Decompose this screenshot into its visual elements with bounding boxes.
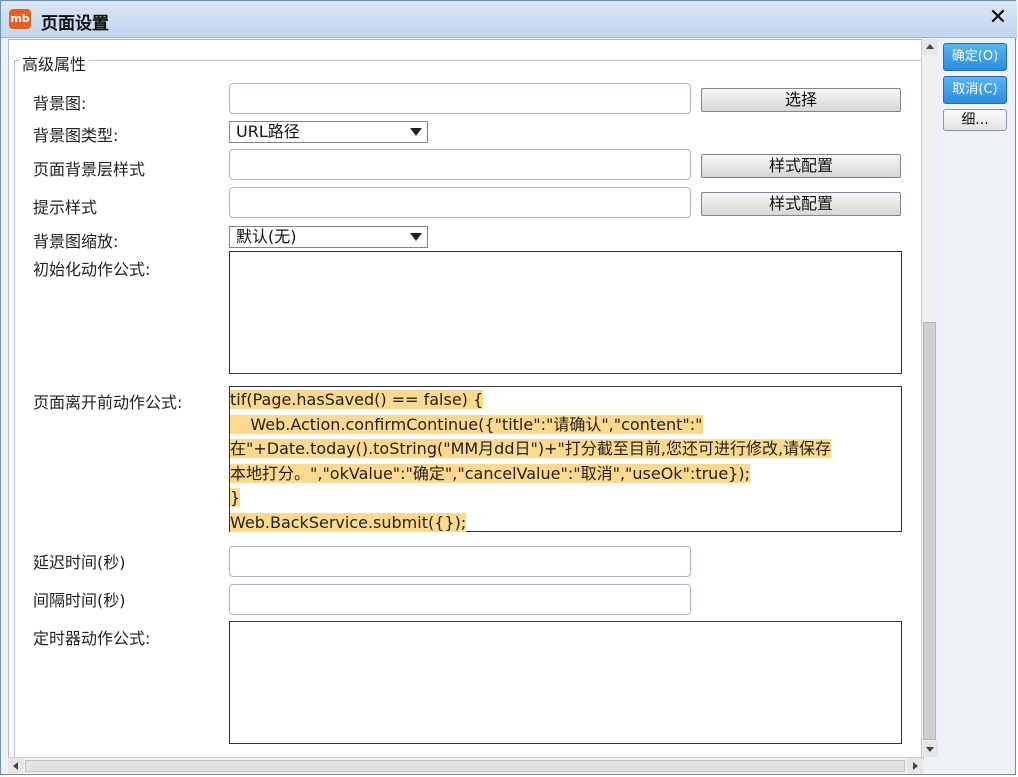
horizontal-scrollbar[interactable] (8, 757, 923, 774)
vertical-scroll-thumb[interactable] (923, 322, 936, 740)
bg-scale-select[interactable]: 默认(无) (229, 226, 428, 248)
scroll-right-button[interactable] (907, 758, 923, 774)
detail-button[interactable]: 细... (943, 109, 1007, 131)
chevron-down-icon (410, 128, 422, 136)
interval-label: 间隔时间(秒) (33, 591, 126, 610)
horizontal-scroll-thumb[interactable] (25, 760, 905, 772)
arrow-right-icon (913, 762, 918, 770)
close-icon[interactable]: ✕ (987, 7, 1009, 29)
leave-formula-label: 页面离开前动作公式: (33, 393, 183, 412)
code-line-text: Web.BackService.submit({}); (230, 512, 467, 532)
interval-input[interactable] (229, 584, 691, 615)
background-image-label: 背景图: (33, 94, 87, 113)
code-line: 在"+Date.today().toString("MM月dd日")+"打分截至… (230, 437, 901, 462)
timer-formula-textarea[interactable] (229, 621, 902, 744)
delay-label: 延迟时间(秒) (33, 553, 126, 572)
group-title: 高级属性 (19, 51, 90, 75)
background-type-select[interactable]: URL路径 (229, 121, 428, 143)
code-line-text: 在"+Date.today().toString("MM月dd日")+"打分截至… (230, 439, 832, 458)
scroll-up-button[interactable] (922, 39, 938, 55)
select-background-button[interactable]: 选择 (701, 88, 901, 112)
delay-input[interactable] (229, 546, 691, 577)
code-line: tif(Page.hasSaved() == false) { (230, 388, 901, 413)
background-type-label: 背景图类型: (33, 126, 119, 145)
hint-style-input[interactable] (229, 187, 691, 218)
code-line: 本地打分。","okValue":"确定","cancelValue":"取消"… (230, 462, 901, 487)
background-image-input[interactable] (229, 83, 691, 114)
app-logo-icon: mb (9, 9, 31, 29)
code-line: } (230, 486, 901, 511)
init-formula-textarea[interactable] (229, 251, 902, 374)
cancel-button[interactable]: 取消(C) (943, 76, 1007, 104)
bg-scale-label: 背景图缩放: (33, 232, 119, 251)
code-line: Web.BackService.submit({}); (230, 511, 901, 536)
bg-scale-value: 默认(无) (236, 227, 297, 246)
page-settings-dialog: mb 页面设置 ✕ 高级属性 背景图: 选择 背景图类型: URL路径 页面背景… (0, 0, 1017, 775)
leave-formula-editor[interactable]: tif(Page.hasSaved() == false) { Web.Acti… (229, 386, 902, 532)
background-type-value: URL路径 (236, 122, 300, 141)
page-bg-style-config-button[interactable]: 样式配置 (701, 154, 901, 178)
init-formula-label: 初始化动作公式: (33, 260, 151, 279)
arrow-left-icon (13, 762, 18, 770)
arrow-down-icon (926, 747, 934, 752)
arrow-up-icon (926, 44, 934, 49)
title-bar: mb 页面设置 ✕ (1, 1, 1017, 38)
vertical-scrollbar[interactable] (921, 39, 938, 757)
hint-style-label: 提示样式 (33, 198, 98, 217)
code-line-text: tif(Page.hasSaved() == false) { (230, 390, 484, 409)
timer-formula-label: 定时器动作公式: (33, 629, 151, 648)
page-bg-style-input[interactable] (229, 149, 691, 180)
chevron-down-icon (410, 233, 422, 241)
page-bg-style-label: 页面背景层样式 (33, 160, 146, 179)
scroll-down-button[interactable] (922, 741, 938, 757)
code-line-text: Web.Action.confirmContinue({"title":"请确认… (230, 414, 703, 434)
window-title: 页面设置 (41, 14, 109, 34)
hint-style-config-button[interactable]: 样式配置 (701, 192, 901, 216)
ok-button[interactable]: 确定(O) (943, 43, 1007, 71)
scroll-left-button[interactable] (8, 758, 24, 774)
settings-panel: 高级属性 背景图: 选择 背景图类型: URL路径 页面背景层样式 样式配置 提… (8, 39, 924, 759)
code-line-text: } (230, 488, 241, 507)
code-line: Web.Action.confirmContinue({"title":"请确认… (230, 413, 901, 438)
code-line-text: 本地打分。","okValue":"确定","cancelValue":"取消"… (230, 463, 750, 483)
